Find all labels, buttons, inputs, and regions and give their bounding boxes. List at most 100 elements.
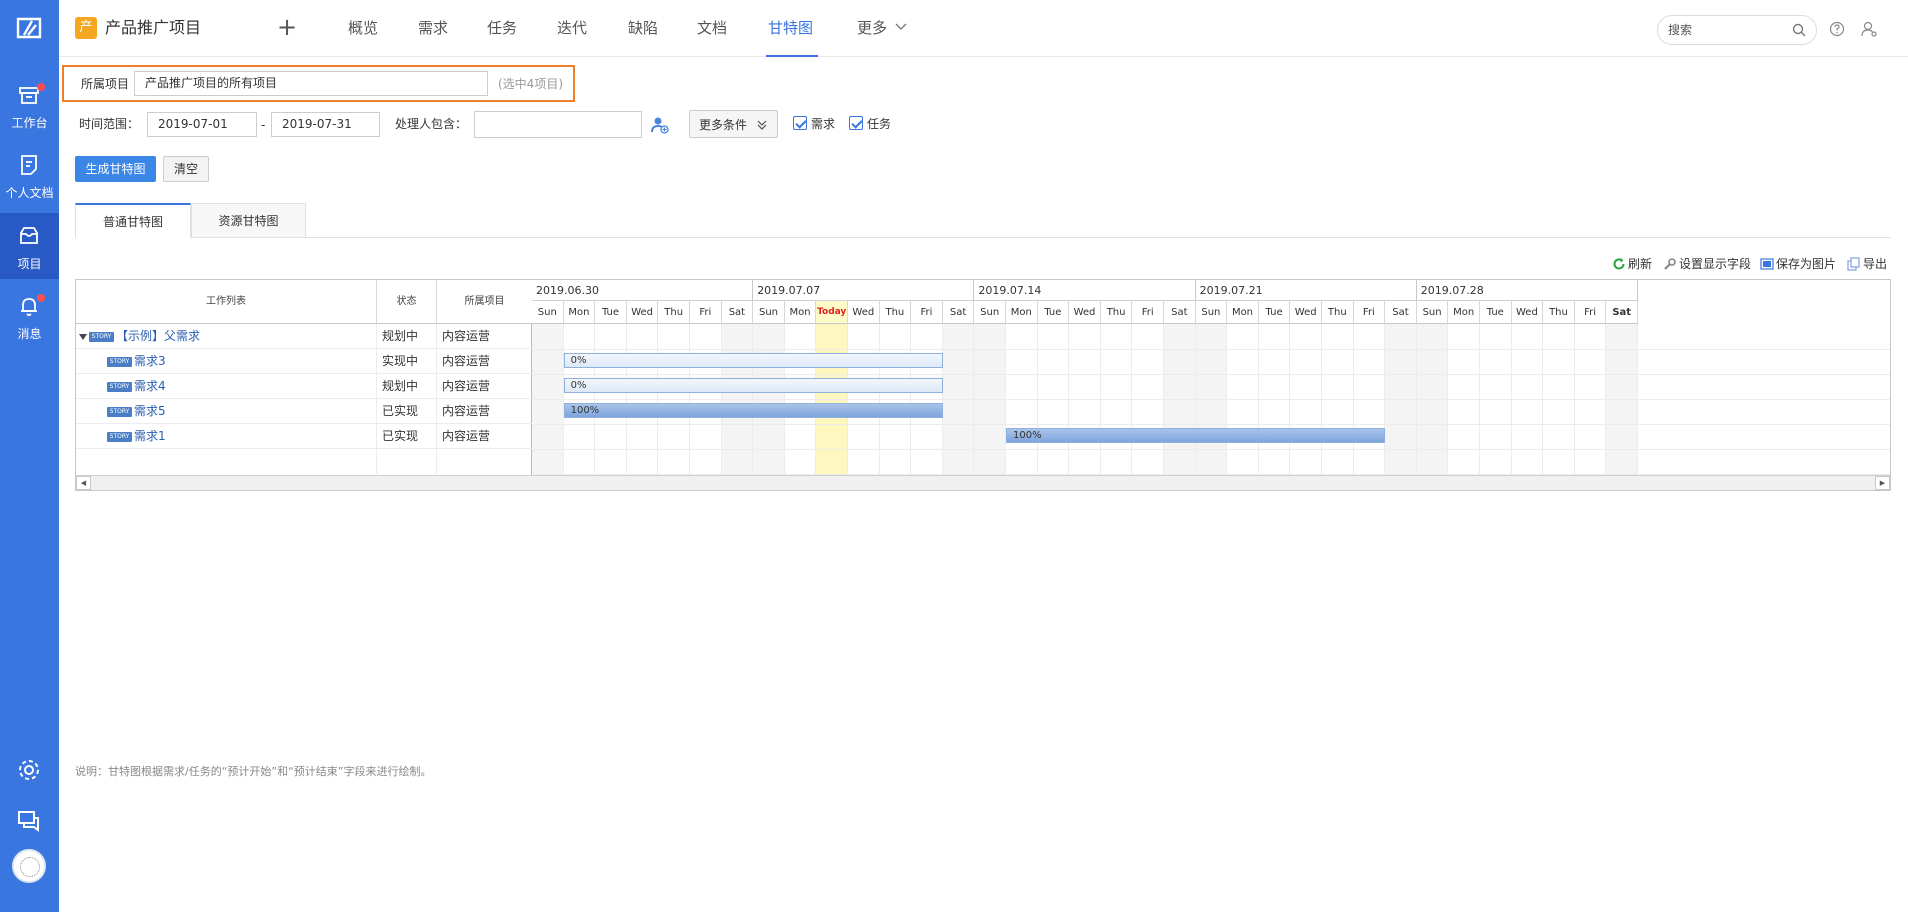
tab-docs[interactable]: 文档 (697, 17, 727, 39)
add-user-icon[interactable] (651, 116, 669, 134)
search-icon[interactable] (1792, 23, 1806, 37)
day-header: Sat (1606, 301, 1638, 324)
tab-tasks[interactable]: 任务 (487, 17, 517, 39)
week-header: 2019.06.30 (532, 280, 754, 301)
document-icon (21, 155, 37, 175)
table-row[interactable]: STORY 【示例】父需求 规划中 内容运营 (76, 324, 532, 349)
day-header: Sat (942, 301, 975, 324)
checkbox-task[interactable] (849, 116, 863, 130)
export-button[interactable]: 导出 (1847, 256, 1888, 272)
day-header: Tue (1258, 301, 1291, 324)
handler-input[interactable] (474, 111, 642, 138)
bar-progress-fill (1007, 429, 1385, 442)
row-title[interactable]: 需求1 (134, 429, 166, 443)
collapse-triangle-icon[interactable] (79, 333, 87, 340)
export-label: 导出 (1863, 257, 1888, 271)
table-row[interactable]: STORY 需求1 已实现 内容运营 (76, 424, 532, 449)
save-image-button[interactable]: 保存为图片 (1760, 256, 1836, 272)
tab-resource-gantt[interactable]: 资源甘特图 (191, 203, 306, 238)
header-work-list[interactable]: 工作列表 (76, 280, 377, 324)
checkbox-story[interactable] (793, 116, 807, 130)
date-to-input[interactable]: 2019-07-31 (271, 112, 380, 137)
gantt-bar[interactable]: 0% (563, 378, 943, 393)
gantt-bar[interactable]: 100% (1006, 428, 1386, 443)
row-project: 内容运营 (442, 404, 491, 418)
project-filter-label: 所属项目 (81, 77, 130, 91)
row-status: 实现中 (377, 349, 437, 374)
story-tag: STORY (107, 406, 132, 417)
gantt-timeline: 2019.06.30 2019.07.07 2019.07.14 2019.07.21… (532, 280, 1890, 475)
help-icon[interactable] (1829, 21, 1845, 37)
day-header: Wed (1069, 301, 1101, 324)
day-header: Tue (1480, 301, 1512, 324)
search-box[interactable] (1657, 15, 1817, 45)
notification-dot (37, 294, 45, 302)
rail-item-personal-docs[interactable]: 个人文档 (0, 142, 59, 208)
project-filter-hint: (选中4项目) (498, 77, 563, 91)
scroll-right-icon[interactable]: ▶ (1875, 476, 1890, 490)
row-project: 内容运营 (442, 329, 491, 343)
row-title[interactable]: 需求4 (134, 379, 166, 393)
app-logo-icon[interactable] (16, 16, 42, 40)
refresh-button[interactable]: 刷新 (1613, 256, 1652, 272)
day-header: Sun (753, 301, 785, 324)
rail-item-project[interactable]: 项目 (0, 213, 59, 279)
user-settings-icon[interactable] (1860, 20, 1878, 38)
row-title[interactable]: 需求5 (134, 404, 166, 418)
story-tag: STORY (107, 381, 132, 392)
day-header: Wed (848, 301, 880, 324)
today-header: Today (816, 301, 848, 324)
add-button[interactable]: + (277, 12, 297, 42)
clear-button[interactable]: 清空 (163, 156, 209, 182)
more-conditions-label: 更多条件 (699, 118, 748, 132)
row-status: 规划中 (377, 324, 437, 349)
generate-gantt-button[interactable]: 生成甘特图 (75, 156, 156, 182)
project-name[interactable]: 产品推广项目 (105, 17, 201, 39)
day-header: Wed (626, 301, 659, 324)
table-row[interactable]: STORY 需求4 规划中 内容运营 (76, 374, 532, 399)
tab-iterations[interactable]: 迭代 (557, 17, 587, 39)
header-status[interactable]: 状态 (377, 280, 437, 324)
export-icon (1847, 257, 1860, 271)
horizontal-scrollbar[interactable]: ◀ ▶ (76, 475, 1890, 490)
tab-normal-gantt[interactable]: 普通甘特图 (75, 203, 191, 238)
row-line (532, 374, 1890, 375)
gantt-bar[interactable]: 100% (563, 403, 943, 418)
story-tag: STORY (89, 331, 114, 342)
date-separator: - (261, 118, 266, 132)
rail-label-messages: 消息 (17, 327, 42, 341)
week-header: 2019.07.07 (753, 280, 975, 301)
table-row[interactable]: STORY 需求3 实现中 内容运营 (76, 349, 532, 374)
checkbox-task-label: 任务 (867, 117, 892, 131)
tab-bugs[interactable]: 缺陷 (628, 17, 658, 39)
tab-more[interactable]: 更多 (857, 17, 887, 39)
rail-item-workbench[interactable]: 工作台 (0, 72, 59, 138)
set-fields-button[interactable]: 设置显示字段 (1664, 256, 1751, 272)
day-header: Fri (1132, 301, 1164, 324)
rail-item-messages[interactable]: 消息 (0, 283, 59, 349)
day-header: Sun (974, 301, 1006, 324)
scroll-left-icon[interactable]: ◀ (76, 476, 91, 490)
tab-stories[interactable]: 需求 (418, 17, 448, 39)
story-tag: STORY (107, 431, 132, 442)
more-conditions-button[interactable]: 更多条件 (689, 110, 778, 138)
row-project: 内容运营 (442, 379, 491, 393)
date-from-input[interactable]: 2019-07-01 (147, 112, 257, 137)
project-filter-input[interactable]: 产品推广项目的所有项目 (134, 71, 488, 96)
chat-feedback-icon[interactable] (16, 807, 42, 833)
row-title[interactable]: 【示例】父需求 (116, 329, 200, 343)
row-line (532, 449, 1890, 450)
tab-overview[interactable]: 概览 (348, 17, 378, 39)
user-avatar[interactable] (12, 849, 46, 883)
refresh-icon (1613, 258, 1625, 270)
settings-gear-icon[interactable] (16, 757, 42, 783)
day-header: Mon (784, 301, 817, 324)
row-title[interactable]: 需求3 (134, 354, 166, 368)
table-row[interactable]: STORY 需求5 已实现 内容运营 (76, 399, 532, 424)
search-input[interactable] (1668, 21, 1786, 39)
story-tag: STORY (107, 356, 132, 367)
header-project[interactable]: 所属项目 (437, 280, 532, 324)
checkbox-story-label: 需求 (811, 117, 836, 131)
gantt-bar[interactable]: 0% (563, 353, 943, 368)
tab-gantt[interactable]: 甘特图 (768, 17, 813, 39)
